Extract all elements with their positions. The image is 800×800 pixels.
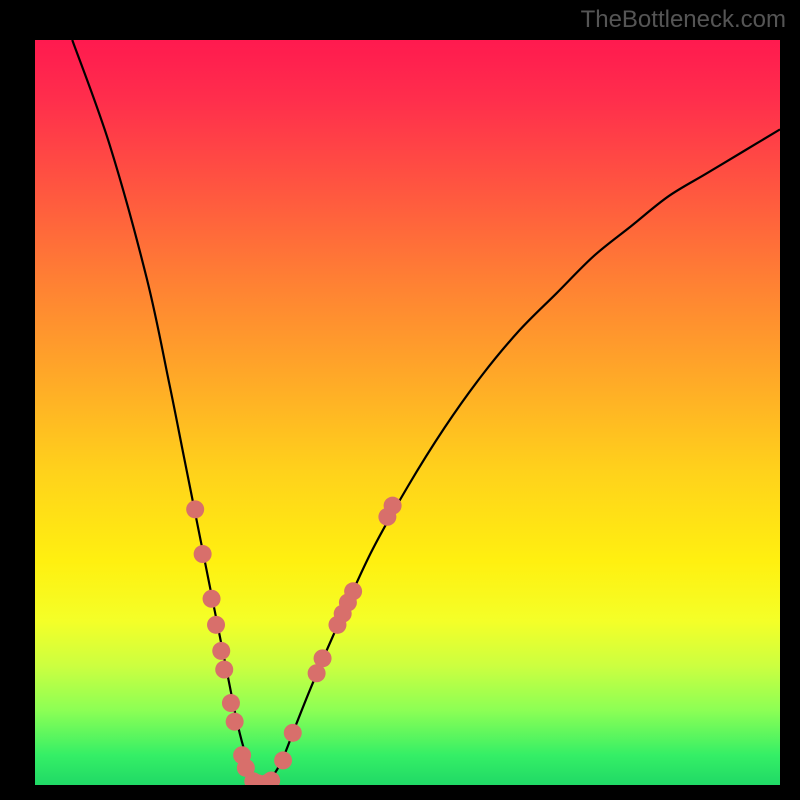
watermark-text: TheBottleneck.com	[581, 6, 786, 34]
marker-point	[212, 642, 230, 660]
marker-point	[215, 661, 233, 679]
marker-group	[186, 497, 401, 785]
bottleneck-curve	[72, 40, 780, 785]
marker-point	[203, 590, 221, 608]
marker-point	[344, 582, 362, 600]
marker-point	[186, 500, 204, 518]
marker-point	[262, 772, 280, 785]
marker-point	[314, 649, 332, 667]
chart-frame: TheBottleneck.com	[0, 0, 800, 800]
marker-point	[384, 497, 402, 515]
marker-point	[222, 694, 240, 712]
marker-point	[194, 545, 212, 563]
marker-point	[207, 616, 225, 634]
marker-point	[284, 724, 302, 742]
marker-point	[226, 713, 244, 731]
plot-area	[35, 40, 780, 785]
curve-layer	[35, 40, 780, 785]
marker-point	[274, 751, 292, 769]
